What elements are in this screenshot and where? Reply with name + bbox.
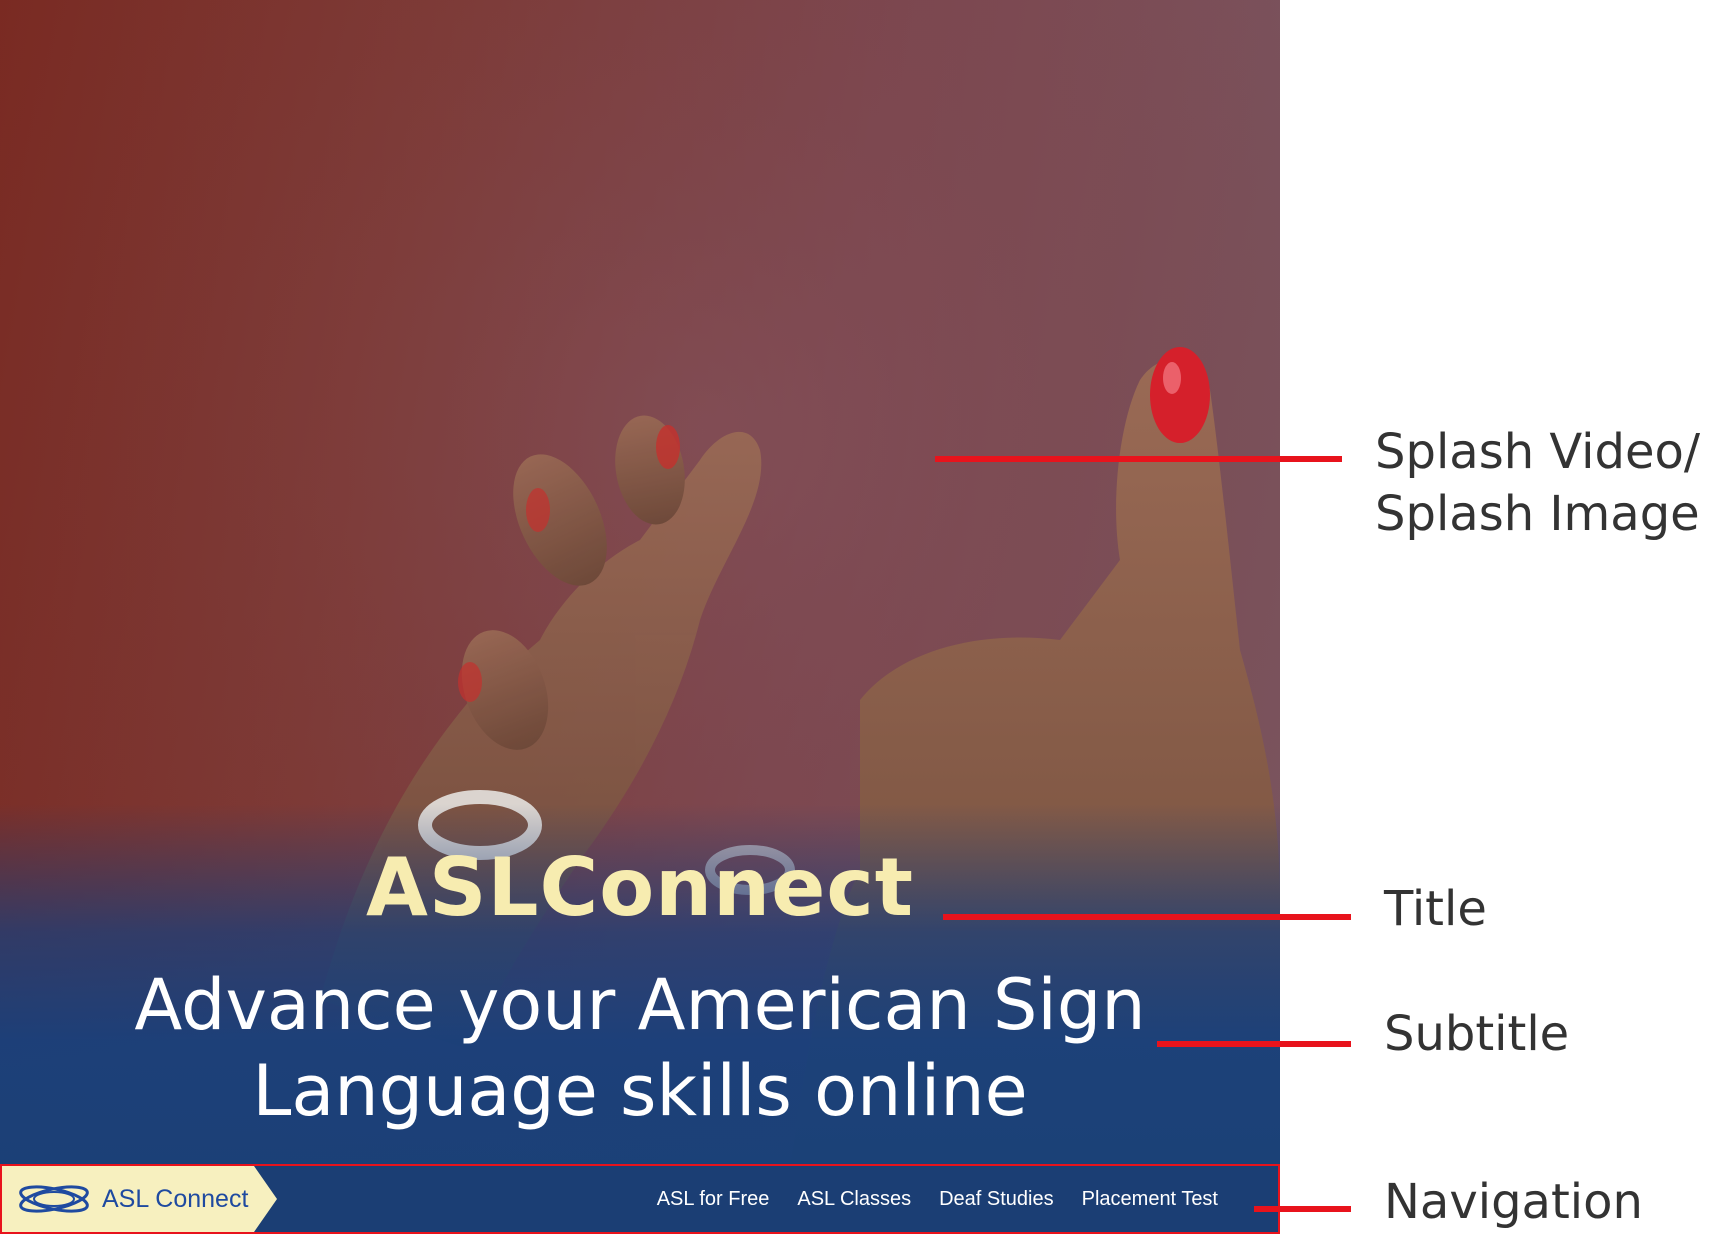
callout-label-navigation: Navigation — [1384, 1174, 1643, 1230]
splash-video[interactable]: ASLConnect Advance your American Sign La… — [0, 0, 1280, 1234]
callout-label-splash-line2: Splash Image — [1375, 486, 1700, 542]
nav-link-placement-test[interactable]: Placement Test — [1082, 1188, 1218, 1211]
interlinked-rings-logo-icon — [19, 1185, 89, 1213]
callout-line-navigation — [1254, 1206, 1351, 1212]
annotated-screenshot: ASLConnect Advance your American Sign La… — [0, 0, 1731, 1234]
nav-link-deaf-studies[interactable]: Deaf Studies — [939, 1188, 1054, 1211]
callout-label-title: Title — [1384, 881, 1487, 937]
logo-text: ASL Connect — [102, 1185, 249, 1213]
nav-link-asl-for-free[interactable]: ASL for Free — [657, 1188, 770, 1211]
callout-line-subtitle — [1157, 1041, 1351, 1047]
navigation-bar: ASL Connect ASL for Free ASL Classes Dea… — [0, 1164, 1280, 1234]
callout-label-subtitle: Subtitle — [1384, 1006, 1570, 1062]
callout-label-splash-line1: Splash Video/ — [1375, 424, 1701, 480]
logo-link[interactable]: ASL Connect — [2, 1166, 277, 1232]
nav-links: ASL for Free ASL Classes Deaf Studies Pl… — [657, 1166, 1218, 1232]
page-subtitle: Advance your American Sign Language skil… — [134, 964, 1146, 1132]
nav-link-asl-classes[interactable]: ASL Classes — [797, 1188, 911, 1211]
callout-line-title — [943, 914, 1351, 920]
callout-line-splash — [935, 456, 1342, 462]
